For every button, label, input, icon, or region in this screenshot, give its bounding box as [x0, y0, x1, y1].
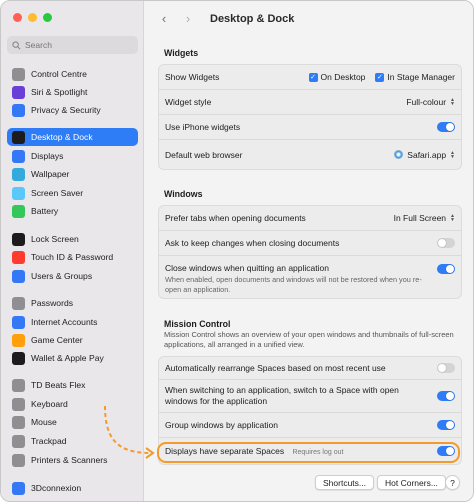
annotation-highlight: [157, 442, 460, 463]
annotation-arrow: [104, 405, 155, 459]
settings-window: Control CentreSiri & SpotlightPrivacy & …: [0, 0, 474, 502]
